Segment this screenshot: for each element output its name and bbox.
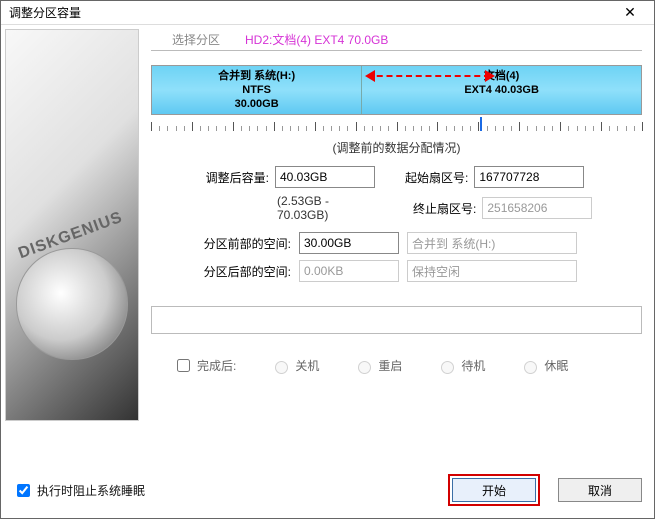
after-size-label: 调整后容量: <box>191 169 269 186</box>
space-after-label: 分区后部的空间: <box>191 263 291 280</box>
close-icon[interactable]: ✕ <box>610 4 650 21</box>
opt-hibernate[interactable]: 休眠 <box>519 357 568 374</box>
after-done-check-input[interactable] <box>177 359 190 372</box>
tab-bar: 选择分区 HD2:文档(4) EXT4 70.0GB <box>151 29 642 51</box>
space-after-input <box>299 260 399 282</box>
main-pane: 选择分区 HD2:文档(4) EXT4 70.0GB 合并到 系统(H:) NT… <box>143 25 654 518</box>
partition-right-title: 文档(4) <box>362 69 641 83</box>
tab-active-partition[interactable]: HD2:文档(4) EXT4 70.0GB <box>241 31 642 48</box>
bottom-row: 执行时阻止系统睡眠 开始 取消 <box>13 474 642 506</box>
end-sector-label: 终止扇区号: <box>413 200 476 217</box>
partition-left-title: 合并到 系统(H:) <box>152 69 361 83</box>
brand-text: DISKGENIUS <box>16 209 125 263</box>
opt-shutdown[interactable]: 关机 <box>270 357 319 374</box>
prevent-sleep-checkbox[interactable]: 执行时阻止系统睡眠 <box>13 481 145 500</box>
prevent-sleep-label: 执行时阻止系统睡眠 <box>37 482 145 499</box>
after-done-row: 完成后: 关机 重启 待机 休眠 <box>151 356 642 375</box>
space-before-input[interactable] <box>299 232 399 254</box>
space-before-label: 分区前部的空间: <box>191 235 291 252</box>
prevent-sleep-input[interactable] <box>17 484 30 497</box>
partition-right-fs-size: EXT4 40.03GB <box>362 83 641 97</box>
hdd-illustration: DISKGENIUS <box>5 29 139 421</box>
form-grid: 调整后容量: 起始扇区号: (2.53GB - 70.03GB) 终止扇区号: <box>151 166 642 288</box>
ruler-marker-icon <box>480 117 482 131</box>
window-title: 调整分区容量 <box>9 4 81 21</box>
opt-restart[interactable]: 重启 <box>353 357 402 374</box>
start-button-highlight: 开始 <box>448 474 540 506</box>
section-title: (调整前的数据分配情况) <box>151 139 642 156</box>
start-button[interactable]: 开始 <box>452 478 536 502</box>
tab-select-partition[interactable]: 选择分区 <box>151 31 241 48</box>
partition-left-size: 30.00GB <box>152 97 361 111</box>
partition-block-current[interactable]: 文档(4) EXT4 40.03GB <box>362 66 641 114</box>
end-sector-input <box>482 197 592 219</box>
space-before-target[interactable] <box>407 232 577 254</box>
titlebar: 调整分区容量 ✕ <box>1 1 654 25</box>
partition-bar[interactable]: 合并到 系统(H:) NTFS 30.00GB 文档(4) EXT4 40.03… <box>151 65 642 115</box>
left-illustration-pane: DISKGENIUS <box>1 25 143 518</box>
after-size-input[interactable] <box>275 166 375 188</box>
partition-block-merge-target[interactable]: 合并到 系统(H:) NTFS 30.00GB <box>152 66 362 114</box>
size-range-hint: (2.53GB - 70.03GB) <box>277 194 383 222</box>
space-after-target[interactable] <box>407 260 577 282</box>
start-sector-input[interactable] <box>474 166 584 188</box>
after-done-label: 完成后: <box>197 357 236 374</box>
cancel-button[interactable]: 取消 <box>558 478 642 502</box>
after-done-checkbox[interactable]: 完成后: <box>173 356 236 375</box>
start-sector-label: 起始扇区号: <box>405 169 468 186</box>
resize-partition-dialog: 调整分区容量 ✕ DISKGENIUS 选择分区 HD2:文档(4) EXT4 … <box>0 0 655 519</box>
message-box <box>151 306 642 334</box>
opt-standby[interactable]: 待机 <box>436 357 485 374</box>
ruler <box>151 117 642 135</box>
partition-left-fs: NTFS <box>152 83 361 97</box>
